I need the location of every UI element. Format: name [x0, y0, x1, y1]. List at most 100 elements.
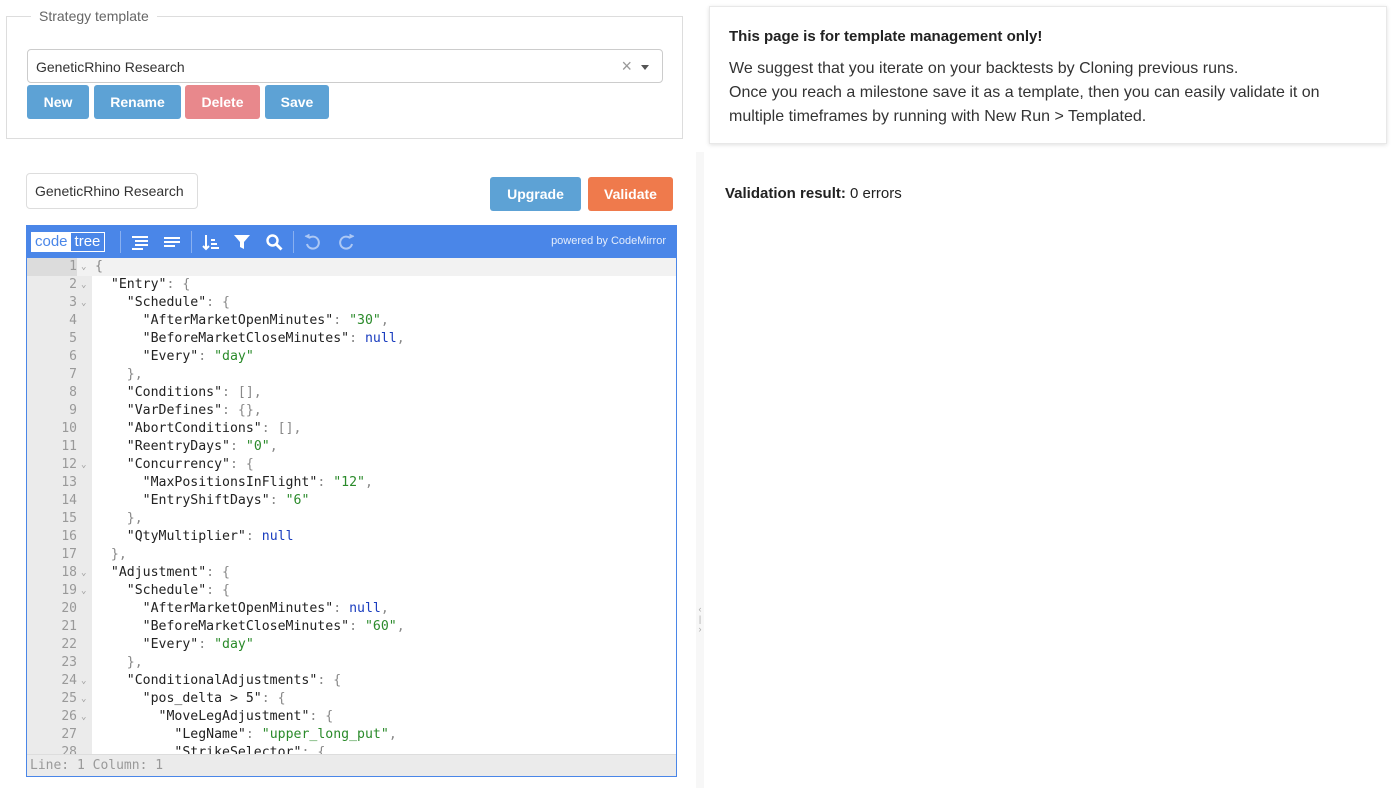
fold-chevron-icon[interactable]: ⌄	[81, 456, 86, 474]
code-text: },	[95, 547, 127, 562]
code-line[interactable]: 1 ⌄ {	[27, 258, 676, 276]
line-number: 13	[61, 475, 77, 490]
fold-chevron-icon[interactable]: ⌄	[81, 564, 86, 582]
fold-chevron-icon[interactable]: ⌄	[81, 276, 86, 294]
fold-chevron-icon[interactable]: ⌄	[81, 690, 86, 708]
save-button[interactable]: Save	[265, 85, 329, 119]
delete-button[interactable]: Delete	[185, 85, 260, 119]
info-text: We suggest that you iterate on your back…	[729, 57, 1369, 129]
code-text: "BeforeMarketCloseMinutes": null,	[142, 331, 405, 346]
code-line[interactable]: 3 ⌄ "Schedule": {	[27, 294, 676, 312]
info-panel: This page is for template management onl…	[709, 6, 1387, 144]
strategy-template-legend: Strategy template	[31, 8, 157, 24]
validation-result: Validation result: 0 errors	[725, 185, 902, 202]
line-number: 28	[61, 745, 77, 754]
validate-button[interactable]: Validate	[588, 177, 673, 211]
code-line[interactable]: 7 },	[27, 366, 676, 384]
chevron-down-icon[interactable]	[641, 65, 649, 70]
code-line[interactable]: 19 ⌄ "Schedule": {	[27, 582, 676, 600]
clear-icon[interactable]: ×	[621, 57, 632, 75]
fold-chevron-icon[interactable]: ⌄	[81, 258, 86, 276]
code-line[interactable]: 6 "Every": "day"	[27, 348, 676, 366]
code-line[interactable]: 9 "VarDefines": {},	[27, 402, 676, 420]
code-text: "Every": "day"	[142, 349, 254, 364]
splitter-handle[interactable]: ‹ | ›	[697, 604, 703, 654]
code-text: },	[95, 511, 143, 526]
code-text: "EntryShiftDays": "6"	[142, 493, 310, 508]
code-text: "MaxPositionsInFlight": "12",	[142, 475, 373, 490]
fold-chevron-icon[interactable]: ⌄	[81, 708, 86, 726]
template-name-input[interactable]	[26, 173, 198, 209]
undo-icon[interactable]	[304, 233, 322, 251]
mode-tree-tab[interactable]: tree	[71, 233, 105, 251]
code-text: "LegName": "upper_long_put",	[174, 727, 397, 742]
code-line[interactable]: 5 "BeforeMarketCloseMinutes": null,	[27, 330, 676, 348]
format-icon[interactable]	[131, 233, 149, 251]
line-number: 3	[69, 295, 77, 310]
line-number: 18	[61, 565, 77, 580]
code-line[interactable]: 8 "Conditions": [],	[27, 384, 676, 402]
code-text: "ReentryDays": "0",	[126, 439, 278, 454]
code-line[interactable]: 17 },	[27, 546, 676, 564]
code-line[interactable]: 27 "LegName": "upper_long_put",	[27, 726, 676, 744]
rename-button[interactable]: Rename	[94, 85, 181, 119]
code-line[interactable]: 25 ⌄ "pos_delta > 5": {	[27, 690, 676, 708]
code-text: "Schedule": {	[126, 583, 230, 598]
template-select[interactable]: GeneticRhino Research ×	[27, 49, 663, 83]
code-line[interactable]: 28 "StrikeSelector": {	[27, 744, 676, 754]
line-number: 17	[61, 547, 77, 562]
code-line[interactable]: 16 "QtyMultiplier": null	[27, 528, 676, 546]
code-area[interactable]: 1 ⌄{2 ⌄ "Entry": {3 ⌄ "Schedule": {4 "After…	[27, 258, 676, 754]
line-number: 22	[61, 637, 77, 652]
code-line[interactable]: 23 },	[27, 654, 676, 672]
info-line: We suggest that you iterate on your back…	[729, 60, 1239, 77]
editor-toolbar: code tree powered by CodeMirror	[27, 226, 676, 258]
info-title: This page is for template management onl…	[729, 28, 1043, 45]
new-button[interactable]: New	[27, 85, 89, 119]
code-text: "StrikeSelector": {	[174, 745, 326, 754]
code-line[interactable]: 18 ⌄ "Adjustment": {	[27, 564, 676, 582]
info-line: Once you reach a milestone save it as a …	[729, 84, 1320, 125]
code-line[interactable]: 22 "Every": "day"	[27, 636, 676, 654]
template-select-value: GeneticRhino Research	[36, 59, 185, 75]
line-number: 16	[61, 529, 77, 544]
upgrade-button[interactable]: Upgrade	[490, 177, 581, 211]
search-icon[interactable]	[265, 233, 283, 251]
json-editor[interactable]: code tree powered by CodeMirror 1 ⌄{2 ⌄ "E…	[26, 225, 677, 777]
code-line[interactable]: 24 ⌄ "ConditionalAdjustments": {	[27, 672, 676, 690]
redo-icon[interactable]	[337, 233, 355, 251]
code-line[interactable]: 20 "AfterMarketOpenMinutes": null,	[27, 600, 676, 618]
code-line[interactable]: 10 "AbortConditions": [],	[27, 420, 676, 438]
code-text: {	[95, 259, 103, 274]
panel-divider	[696, 152, 704, 788]
line-number: 15	[61, 511, 77, 526]
line-number: 19	[61, 583, 77, 598]
fold-chevron-icon[interactable]: ⌄	[81, 294, 86, 312]
code-text: "pos_delta > 5": {	[142, 691, 286, 706]
line-number: 26	[61, 709, 77, 724]
code-line[interactable]: 13 "MaxPositionsInFlight": "12",	[27, 474, 676, 492]
validation-value: 0 errors	[850, 185, 902, 202]
code-line[interactable]: 21 "BeforeMarketCloseMinutes": "60",	[27, 618, 676, 636]
fold-chevron-icon[interactable]: ⌄	[81, 582, 86, 600]
editor-statusbar: Line: 1 Column: 1	[27, 754, 676, 776]
code-line[interactable]: 11 "ReentryDays": "0",	[27, 438, 676, 456]
code-line[interactable]: 26 ⌄ "MoveLegAdjustment": {	[27, 708, 676, 726]
code-line[interactable]: 14 "EntryShiftDays": "6"	[27, 492, 676, 510]
mode-code-tab[interactable]: code	[32, 233, 71, 251]
code-line[interactable]: 15 },	[27, 510, 676, 528]
line-number: 20	[61, 601, 77, 616]
sort-icon[interactable]	[202, 233, 220, 251]
line-number: 8	[69, 385, 77, 400]
filter-icon[interactable]	[233, 233, 251, 251]
compact-icon[interactable]	[163, 233, 181, 251]
fold-chevron-icon[interactable]: ⌄	[81, 672, 86, 690]
code-text: "MoveLegAdjustment": {	[158, 709, 334, 724]
code-line[interactable]: 12 ⌄ "Concurrency": {	[27, 456, 676, 474]
code-line[interactable]: 4 "AfterMarketOpenMinutes": "30",	[27, 312, 676, 330]
line-number: 1	[27, 258, 77, 276]
code-line[interactable]: 2 ⌄ "Entry": {	[27, 276, 676, 294]
toolbar-divider	[120, 231, 121, 253]
code-text: "VarDefines": {},	[126, 403, 262, 418]
mode-switch[interactable]: code tree	[31, 232, 106, 252]
